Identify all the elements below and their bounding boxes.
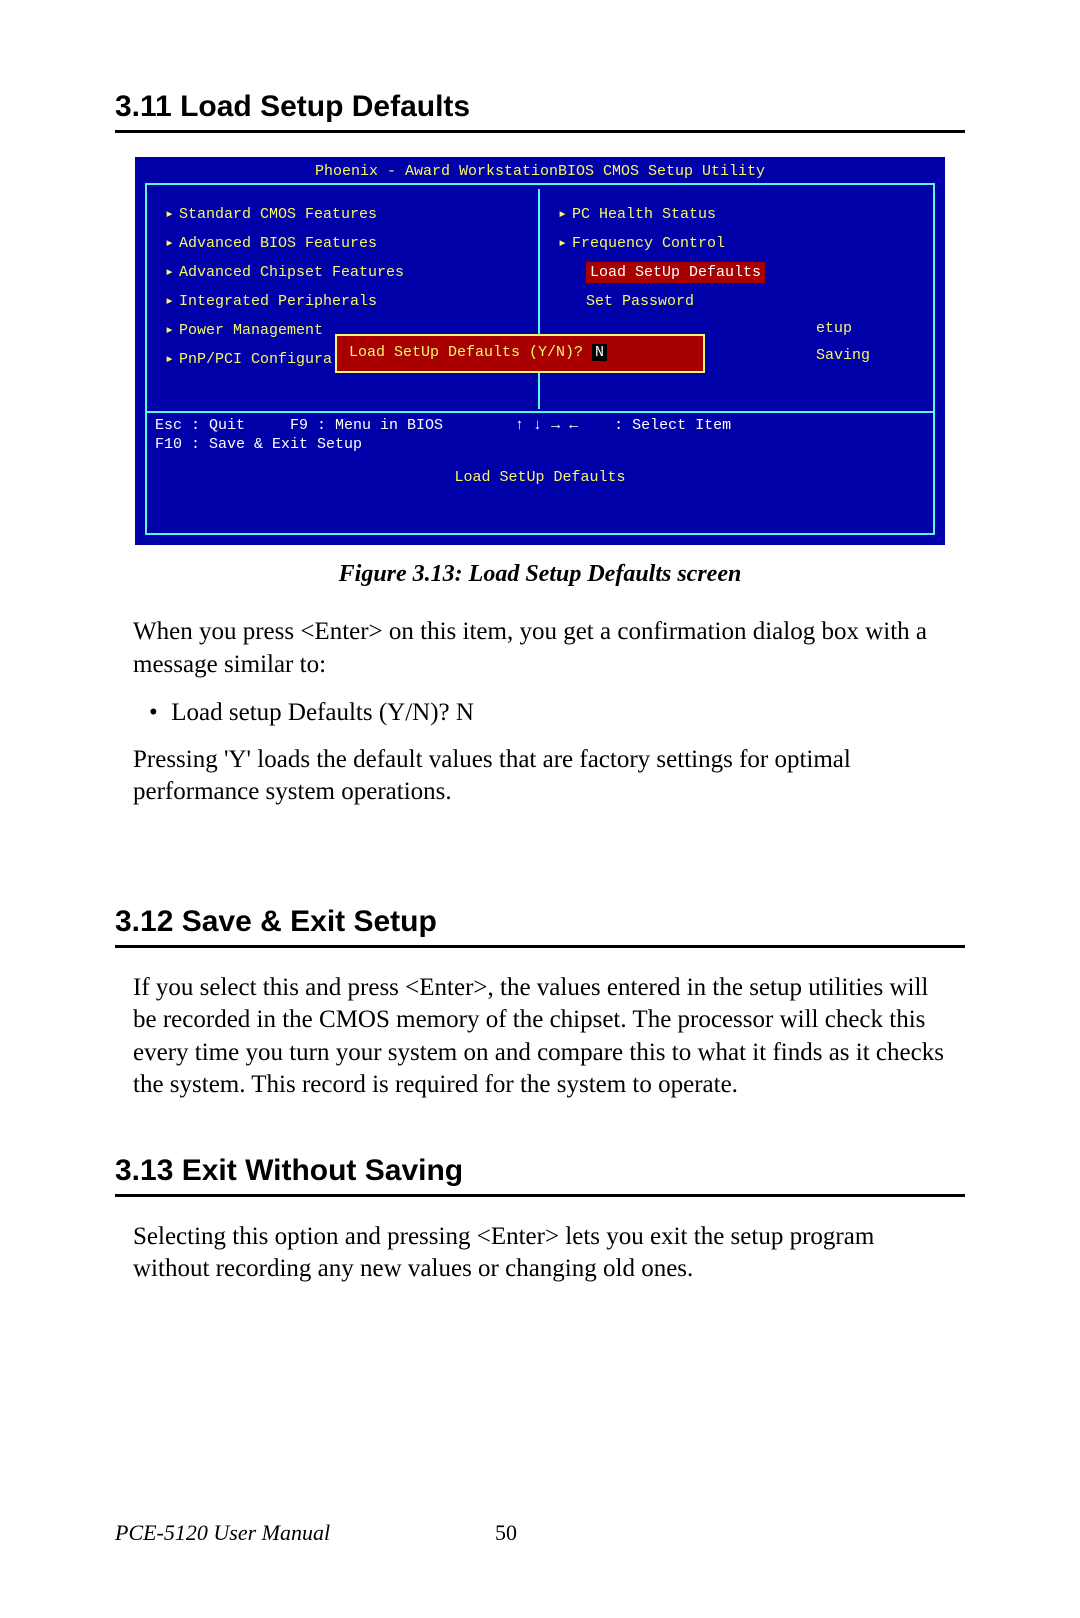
triangle-right-icon: ▸ <box>165 204 179 223</box>
section-heading-3-13: 3.13 Exit Without Saving <box>115 1154 965 1197</box>
triangle-right-icon: ▸ <box>558 204 572 223</box>
triangle-right-icon: ▸ <box>165 349 179 368</box>
bullet-item: • Load setup Defaults (Y/N)? N <box>149 697 947 730</box>
footer-page-number: 50 <box>495 1520 517 1546</box>
menu-item-integrated-peripherals[interactable]: ▸Integrated Peripherals <box>165 286 528 315</box>
menu-item-standard-cmos[interactable]: ▸Standard CMOS Features <box>165 199 528 228</box>
menu-item-advanced-bios[interactable]: ▸Advanced BIOS Features <box>165 228 528 257</box>
bios-screenshot-figure: Phoenix - Award WorkstationBIOS CMOS Set… <box>135 157 945 545</box>
bios-divider <box>147 411 933 413</box>
page-footer: PCE-5120 User Manual 50 <box>115 1520 965 1546</box>
menu-item-frequency-control[interactable]: ▸Frequency Control <box>558 228 923 257</box>
menu-item-load-setup-defaults[interactable]: Load SetUp Defaults <box>558 257 923 288</box>
figure-caption: Figure 3.13: Load Setup Defaults screen <box>115 561 965 588</box>
bullet-dot-icon: • <box>149 697 165 730</box>
footer-book-title: PCE-5120 User Manual <box>115 1520 330 1545</box>
triangle-right-icon: ▸ <box>165 320 179 339</box>
section-heading-3-11: 3.11 Load Setup Defaults <box>115 90 965 133</box>
paragraph-text: When you press <Enter> on this item, you… <box>133 616 947 681</box>
triangle-right-icon: ▸ <box>165 233 179 252</box>
triangle-right-icon: ▸ <box>165 262 179 281</box>
bios-confirm-dialog[interactable]: Load SetUp Defaults (Y/N)? N <box>335 334 705 373</box>
paragraph-text: If you select this and press <Enter>, th… <box>133 972 947 1102</box>
paragraph-text: Pressing 'Y' loads the default values th… <box>133 744 947 809</box>
bios-right-column: ▸PC Health Status ▸Frequency Control Loa… <box>540 189 933 409</box>
bios-screen: Phoenix - Award WorkstationBIOS CMOS Set… <box>135 157 945 545</box>
triangle-right-icon: ▸ <box>165 291 179 310</box>
manual-page: 3.11 Load Setup Defaults Phoenix - Award… <box>0 0 1080 1618</box>
bios-item-description: Load SetUp Defaults <box>137 469 943 486</box>
bios-key-hints: Esc : Quit F9 : Menu in BIOS ↑ ↓ → ← : S… <box>155 417 925 455</box>
bios-left-column: ▸Standard CMOS Features ▸Advanced BIOS F… <box>147 189 540 409</box>
menu-item-advanced-chipset[interactable]: ▸Advanced Chipset Features <box>165 257 528 286</box>
triangle-right-icon: ▸ <box>558 233 572 252</box>
menu-item-set-password[interactable]: Set Password <box>558 288 923 315</box>
bios-menu-columns: ▸Standard CMOS Features ▸Advanced BIOS F… <box>147 189 933 409</box>
menu-item-pc-health[interactable]: ▸PC Health Status <box>558 199 923 228</box>
dialog-answer-value[interactable]: N <box>592 344 607 361</box>
bios-title: Phoenix - Award WorkstationBIOS CMOS Set… <box>137 159 943 184</box>
section-heading-3-12: 3.12 Save & Exit Setup <box>115 905 965 948</box>
dialog-prompt-text: Load SetUp Defaults (Y/N)? <box>349 344 592 361</box>
paragraph-text: Selecting this option and pressing <Ente… <box>133 1221 947 1286</box>
